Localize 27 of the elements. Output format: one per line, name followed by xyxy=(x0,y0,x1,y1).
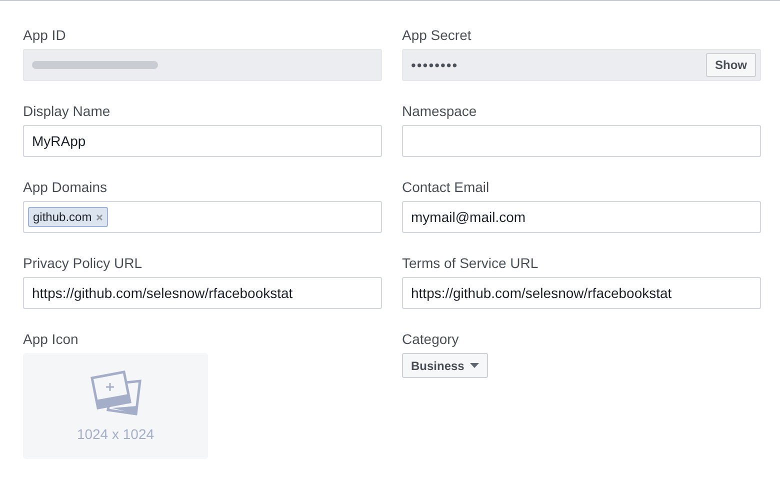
remove-icon[interactable] xyxy=(96,214,103,220)
field-label: App ID xyxy=(23,27,66,43)
secret-field[interactable]: •••••••• Show xyxy=(402,49,761,81)
text-field[interactable] xyxy=(402,125,761,157)
text-field[interactable]: https://github.com/selesnow/rfacebookstat xyxy=(23,277,382,309)
size-hint: 1024 x 1024 xyxy=(76,426,154,442)
show-button[interactable]: Show xyxy=(706,53,756,77)
app-id-field[interactable] xyxy=(23,49,382,81)
field-label: App Secret xyxy=(402,27,472,43)
blurred-value-icon xyxy=(32,60,158,70)
text-field[interactable]: https://github.com/selesnow/rfacebookstat xyxy=(402,277,761,309)
field-label: Privacy Policy URL xyxy=(23,255,142,271)
category-dropdown[interactable]: Business xyxy=(402,353,488,378)
field-label: App Icon xyxy=(23,331,78,347)
field-label: Category xyxy=(402,331,459,347)
domain-tag[interactable]: github.com xyxy=(28,207,108,227)
field-label: Namespace xyxy=(402,103,477,119)
secret-value: •••••••• xyxy=(411,57,460,73)
text-field[interactable]: mymail@mail.com xyxy=(402,201,761,233)
tags-field[interactable]: github.com xyxy=(23,201,382,233)
field-label: Terms of Service URL xyxy=(402,255,538,271)
field-label: Display Name xyxy=(23,103,110,119)
photos-icon xyxy=(90,370,142,416)
field-label: Contact Email xyxy=(402,179,490,195)
text-field[interactable]: MyRApp xyxy=(23,125,382,157)
caret-icon xyxy=(470,363,480,368)
field-label: App Domains xyxy=(23,179,108,195)
